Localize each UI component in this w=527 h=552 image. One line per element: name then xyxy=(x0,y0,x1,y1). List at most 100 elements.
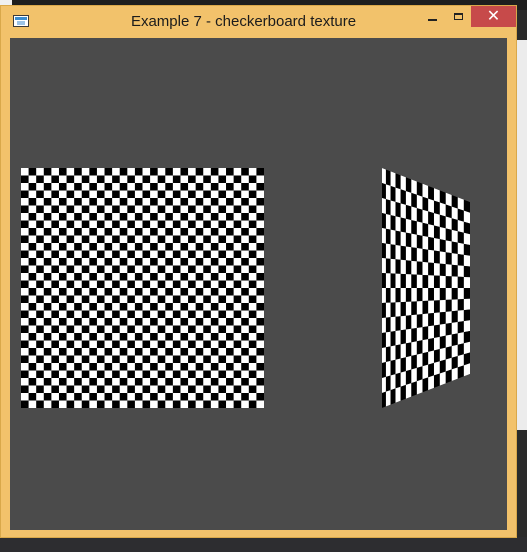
checker-cell xyxy=(451,288,458,300)
checker-cell xyxy=(451,218,458,232)
checker-cell xyxy=(405,232,412,248)
checker-cell xyxy=(457,354,464,368)
checker-cell xyxy=(451,367,458,382)
checker-cell xyxy=(400,273,406,288)
checker-cell xyxy=(395,302,401,317)
close-icon: ✕ xyxy=(486,7,501,25)
checker-cell xyxy=(416,301,423,315)
checker-cell xyxy=(463,288,470,300)
checker-cell xyxy=(411,381,417,397)
checker-cell xyxy=(445,322,452,336)
checker-cell xyxy=(385,288,391,303)
checker-cell xyxy=(439,202,446,217)
checker-cell xyxy=(405,260,412,275)
checker-cell xyxy=(405,218,412,234)
checker-cell xyxy=(416,194,423,210)
checker-cell xyxy=(457,288,464,300)
checker-cell xyxy=(382,198,386,214)
checker-cell xyxy=(390,345,396,361)
checker-cell xyxy=(385,199,391,216)
checker-cell xyxy=(411,179,417,195)
checker-cell xyxy=(445,334,452,348)
checker-cell xyxy=(445,216,452,230)
minimize-icon xyxy=(427,18,437,21)
checker-cell xyxy=(439,311,446,325)
checker-cell xyxy=(395,288,401,303)
checker-cell xyxy=(433,213,440,227)
checker-cell xyxy=(405,328,412,344)
render-viewport[interactable] xyxy=(10,38,507,530)
checker-cell xyxy=(433,275,440,288)
checker-cell xyxy=(385,360,391,377)
checker-cell xyxy=(390,200,396,217)
checker-cell xyxy=(395,187,401,204)
checker-cell xyxy=(428,211,434,226)
checker-cell xyxy=(422,351,429,367)
checker-cell xyxy=(385,184,391,201)
checker-cell xyxy=(416,366,423,382)
checker-cell xyxy=(400,315,406,331)
checker-cell xyxy=(433,225,440,240)
checker-cell xyxy=(428,325,434,340)
checker-cell xyxy=(400,371,406,387)
minimize-button[interactable] xyxy=(419,6,445,27)
checker-cell xyxy=(439,335,446,350)
checker-cell xyxy=(445,252,452,265)
checker-cell xyxy=(463,331,470,344)
checker-cell xyxy=(463,243,470,256)
checker-cell xyxy=(390,273,396,288)
checker-cell xyxy=(411,301,417,316)
maximize-button[interactable] xyxy=(445,6,471,27)
checker-cell xyxy=(385,375,391,392)
checker-cell xyxy=(382,391,386,408)
checker-cell xyxy=(428,362,434,378)
checker-cell xyxy=(422,196,429,212)
checker-cell xyxy=(395,273,401,288)
checker-cell xyxy=(451,322,458,335)
checkerboard-plane-rotated xyxy=(382,168,472,408)
checker-cell xyxy=(405,288,412,302)
checker-cell xyxy=(451,310,458,323)
checker-cell xyxy=(390,171,396,188)
close-button[interactable]: ✕ xyxy=(471,6,516,27)
checker-cell xyxy=(405,342,412,358)
checker-cell xyxy=(385,346,391,363)
checker-cell xyxy=(433,200,440,215)
checker-cell xyxy=(382,332,386,348)
checker-cell xyxy=(390,302,396,318)
checker-cell xyxy=(463,221,470,235)
checker-cell xyxy=(428,300,434,314)
checker-cell xyxy=(433,349,440,363)
checker-cell xyxy=(395,330,401,346)
checker-cell xyxy=(416,314,423,328)
checker-cell xyxy=(390,374,396,391)
titlebar[interactable]: Example 7 - checkerboard texture ✕ xyxy=(1,6,516,37)
checker-cell xyxy=(385,169,391,186)
checker-cell xyxy=(463,341,470,355)
checker-cell xyxy=(385,390,391,407)
checker-cell xyxy=(457,365,464,379)
checker-cell xyxy=(382,273,386,288)
checker-cell xyxy=(433,312,440,326)
checker-cell xyxy=(433,263,440,276)
checker-cell xyxy=(457,321,464,334)
checker-cell xyxy=(382,288,386,303)
taskbar-strip xyxy=(0,537,527,552)
maximize-icon xyxy=(453,13,463,20)
checker-cell xyxy=(405,274,412,288)
checker-cell xyxy=(451,264,458,277)
checker-cell xyxy=(390,331,396,347)
checker-cell xyxy=(451,194,458,209)
checker-cell xyxy=(390,229,396,245)
checker-cell xyxy=(416,379,423,395)
checker-cell xyxy=(395,386,401,403)
checker-cell xyxy=(411,274,417,288)
checkerboard-plane-front xyxy=(21,168,264,408)
checker-cell xyxy=(457,310,464,323)
checker-cell xyxy=(416,221,423,236)
checker-cell xyxy=(445,369,452,384)
checker-cell xyxy=(457,231,464,244)
checker-cell xyxy=(463,352,470,366)
checker-cell xyxy=(411,247,417,262)
checker-cell xyxy=(439,288,446,301)
